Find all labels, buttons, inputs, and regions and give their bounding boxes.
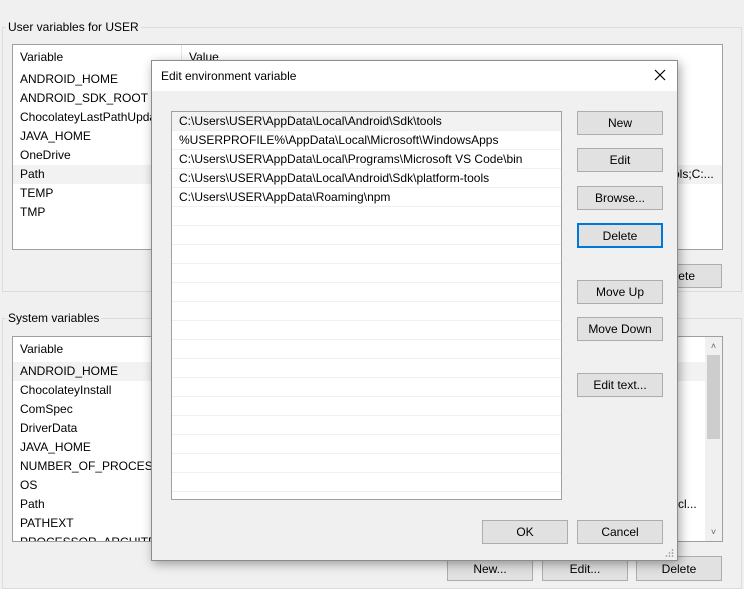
empty-path-row[interactable] <box>172 264 561 283</box>
empty-path-row[interactable] <box>172 321 561 340</box>
scroll-thumb[interactable] <box>707 355 720 439</box>
path-item[interactable]: C:\Users\USER\AppData\Local\Android\Sdk\… <box>172 112 561 131</box>
empty-path-row[interactable] <box>172 340 561 359</box>
var-name: ComSpec <box>20 402 73 416</box>
var-name: OS <box>20 478 38 492</box>
var-name: ANDROID_HOME <box>20 364 119 378</box>
delete-button[interactable]: Delete <box>577 223 663 248</box>
edit-button[interactable]: Edit <box>577 148 663 172</box>
empty-path-row[interactable] <box>172 359 561 378</box>
var-name: TMP <box>20 205 46 219</box>
var-name: DriverData <box>20 421 78 435</box>
scroll-down-arrow-icon[interactable]: ˅ <box>705 525 722 539</box>
empty-path-row[interactable] <box>172 207 561 226</box>
path-item[interactable]: C:\Users\USER\AppData\Local\Programs\Mic… <box>172 150 561 169</box>
var-name: Path <box>20 167 45 181</box>
var-name: JAVA_HOME <box>20 440 91 454</box>
user-vars-label: User variables for USER <box>6 20 141 34</box>
var-name: Path <box>20 497 45 511</box>
empty-path-row[interactable] <box>172 454 561 473</box>
empty-path-row[interactable] <box>172 416 561 435</box>
scroll-up-arrow-icon[interactable]: ˄ <box>705 339 722 353</box>
var-name: OneDrive <box>20 148 71 162</box>
empty-path-row[interactable] <box>172 378 561 397</box>
var-name: ANDROID_SDK_ROOT <box>20 91 149 105</box>
dialog-title: Edit environment variable <box>161 69 297 83</box>
var-value: ols;C:... <box>673 167 714 181</box>
empty-path-row[interactable] <box>172 473 561 492</box>
var-name: JAVA_HOME <box>20 129 91 143</box>
move-up-button[interactable]: Move Up <box>577 280 663 304</box>
cancel-button[interactable]: Cancel <box>577 520 663 544</box>
empty-path-row[interactable] <box>172 397 561 416</box>
new-button[interactable]: New <box>577 111 663 135</box>
empty-path-row[interactable] <box>172 226 561 245</box>
system-vars-scrollbar[interactable]: ˄ ˅ <box>705 337 722 541</box>
system-vars-label: System variables <box>6 311 102 325</box>
resize-grip-icon[interactable] <box>664 547 674 557</box>
var-name: NUMBER_OF_PROCESSO <box>20 459 152 473</box>
var-value: cl... <box>678 497 697 511</box>
var-name: PATHEXT <box>20 516 74 530</box>
move-down-button[interactable]: Move Down <box>577 317 663 341</box>
var-name: ANDROID_HOME <box>20 72 119 86</box>
empty-path-row[interactable] <box>172 283 561 302</box>
dialog-title-bar[interactable]: Edit environment variable <box>152 61 677 91</box>
browse-button[interactable]: Browse... <box>577 186 663 210</box>
var-name: TEMP <box>20 186 54 200</box>
ok-button[interactable]: OK <box>482 520 568 544</box>
var-name: ChocolateyInstall <box>20 383 112 397</box>
edit-env-dialog: Edit environment variable C:\Users\USER\… <box>151 60 678 561</box>
var-name: ChocolateyLastPathUpda <box>20 110 157 124</box>
var-name: PROCESSOR_ARCHITECT <box>20 535 152 542</box>
empty-path-row[interactable] <box>172 302 561 321</box>
edit-text-button[interactable]: Edit text... <box>577 373 663 397</box>
path-list[interactable]: C:\Users\USER\AppData\Local\Android\Sdk\… <box>171 111 562 500</box>
empty-path-row[interactable] <box>172 435 561 454</box>
path-item[interactable]: C:\Users\USER\AppData\Roaming\npm <box>172 188 561 207</box>
close-icon[interactable] <box>651 66 669 84</box>
empty-path-row[interactable] <box>172 245 561 264</box>
path-item[interactable]: C:\Users\USER\AppData\Local\Android\Sdk\… <box>172 169 561 188</box>
path-item[interactable]: %USERPROFILE%\AppData\Local\Microsoft\Wi… <box>172 131 561 150</box>
